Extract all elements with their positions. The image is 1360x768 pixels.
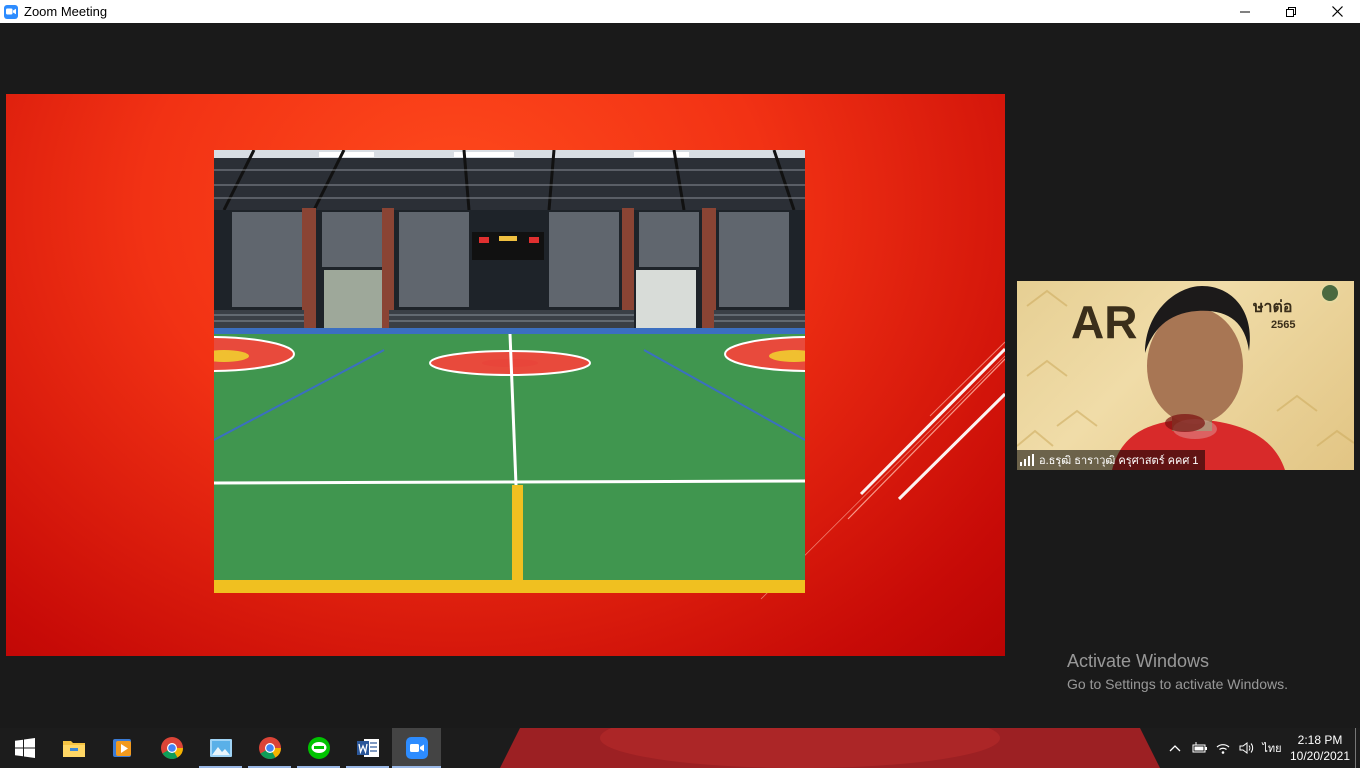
background-thai-text: ษาต่อ (1253, 299, 1293, 316)
minimize-icon (1240, 11, 1250, 12)
activate-windows-title: Activate Windows (1067, 651, 1210, 671)
close-icon (1331, 6, 1343, 17)
minimize-button[interactable] (1222, 0, 1268, 23)
zoom-icon (405, 737, 428, 759)
restore-icon (1286, 6, 1296, 17)
taskbar-zoom[interactable] (392, 728, 441, 768)
wifi-icon (1216, 744, 1230, 754)
meeting-view[interactable]: AR ษาต่อ 2565 อ.ธรุฒิ ธาราวุฒิ ครุศาสตร์… (0, 23, 1360, 728)
restore-button[interactable] (1268, 0, 1314, 23)
file-explorer-icon (62, 741, 85, 757)
taskbar-chrome[interactable] (147, 728, 196, 768)
activate-windows-subtitle: Go to Settings to activate Windows. (1067, 676, 1288, 692)
tray-battery[interactable] (1187, 728, 1211, 768)
chrome-icon (258, 737, 281, 759)
background-logo-text: AR (1071, 296, 1138, 348)
signal-strength-icon (1020, 454, 1034, 466)
window-title: Zoom Meeting (24, 4, 108, 19)
taskbar-apps (0, 728, 441, 768)
participant-name: อ.ธรุฒิ ธาราวุฒิ ครุศาสตร์ คคศ 1 (1039, 455, 1199, 467)
close-button[interactable] (1314, 0, 1360, 23)
title-bar: Zoom Meeting (0, 0, 1360, 23)
taskbar-clock[interactable]: 2:18 PM 10/20/2021 (1285, 732, 1355, 764)
tray-overflow-button[interactable] (1163, 728, 1187, 768)
clock-time: 2:18 PM (1297, 733, 1343, 747)
taskbar-photos[interactable] (196, 728, 245, 768)
battery-plug-icon (1192, 742, 1207, 753)
system-tray: ไทย 2:18 PM 10/20/2021 (1163, 728, 1360, 768)
taskbar-line[interactable] (294, 728, 343, 768)
tray-volume[interactable] (1235, 728, 1259, 768)
basketball-court-photo (214, 150, 805, 593)
window-controls (1222, 0, 1360, 23)
zoom-app-icon (4, 4, 18, 19)
activate-windows-watermark: Activate Windows Go to Settings to activ… (1067, 651, 1288, 692)
clock-date: 10/20/2021 (1289, 749, 1351, 763)
participant-video-frame (1017, 283, 1354, 470)
participant-video-tile[interactable]: AR ษาต่อ 2565 อ.ธรุฒิ ธาราวุฒิ ครุศาสตร์… (1017, 281, 1354, 470)
photos-icon (209, 739, 232, 757)
input-language-indicator[interactable]: ไทย (1259, 739, 1285, 757)
shared-screen-slide[interactable] (6, 94, 1005, 656)
participant-name-bar: อ.ธรุฒิ ธาราวุฒิ ครุศาสตร์ คคศ 1 (1017, 450, 1205, 470)
taskbar-word[interactable] (343, 728, 392, 768)
line-icon (307, 737, 330, 759)
tray-wifi[interactable] (1211, 728, 1235, 768)
chrome-icon (160, 737, 183, 759)
show-desktop-button[interactable] (1355, 728, 1360, 768)
chevron-up-icon (1169, 745, 1181, 752)
windows-start-icon (14, 738, 35, 758)
start-button[interactable] (0, 728, 49, 768)
taskbar-media-player[interactable] (98, 728, 147, 768)
taskbar: ไทย 2:18 PM 10/20/2021 (0, 728, 1360, 768)
word-icon (356, 739, 379, 757)
volume-icon (1239, 742, 1254, 754)
taskbar-file-explorer[interactable] (49, 728, 98, 768)
background-year-text: 2565 (1271, 319, 1296, 331)
media-player-icon (112, 739, 131, 757)
taskbar-chrome-2[interactable] (245, 728, 294, 768)
